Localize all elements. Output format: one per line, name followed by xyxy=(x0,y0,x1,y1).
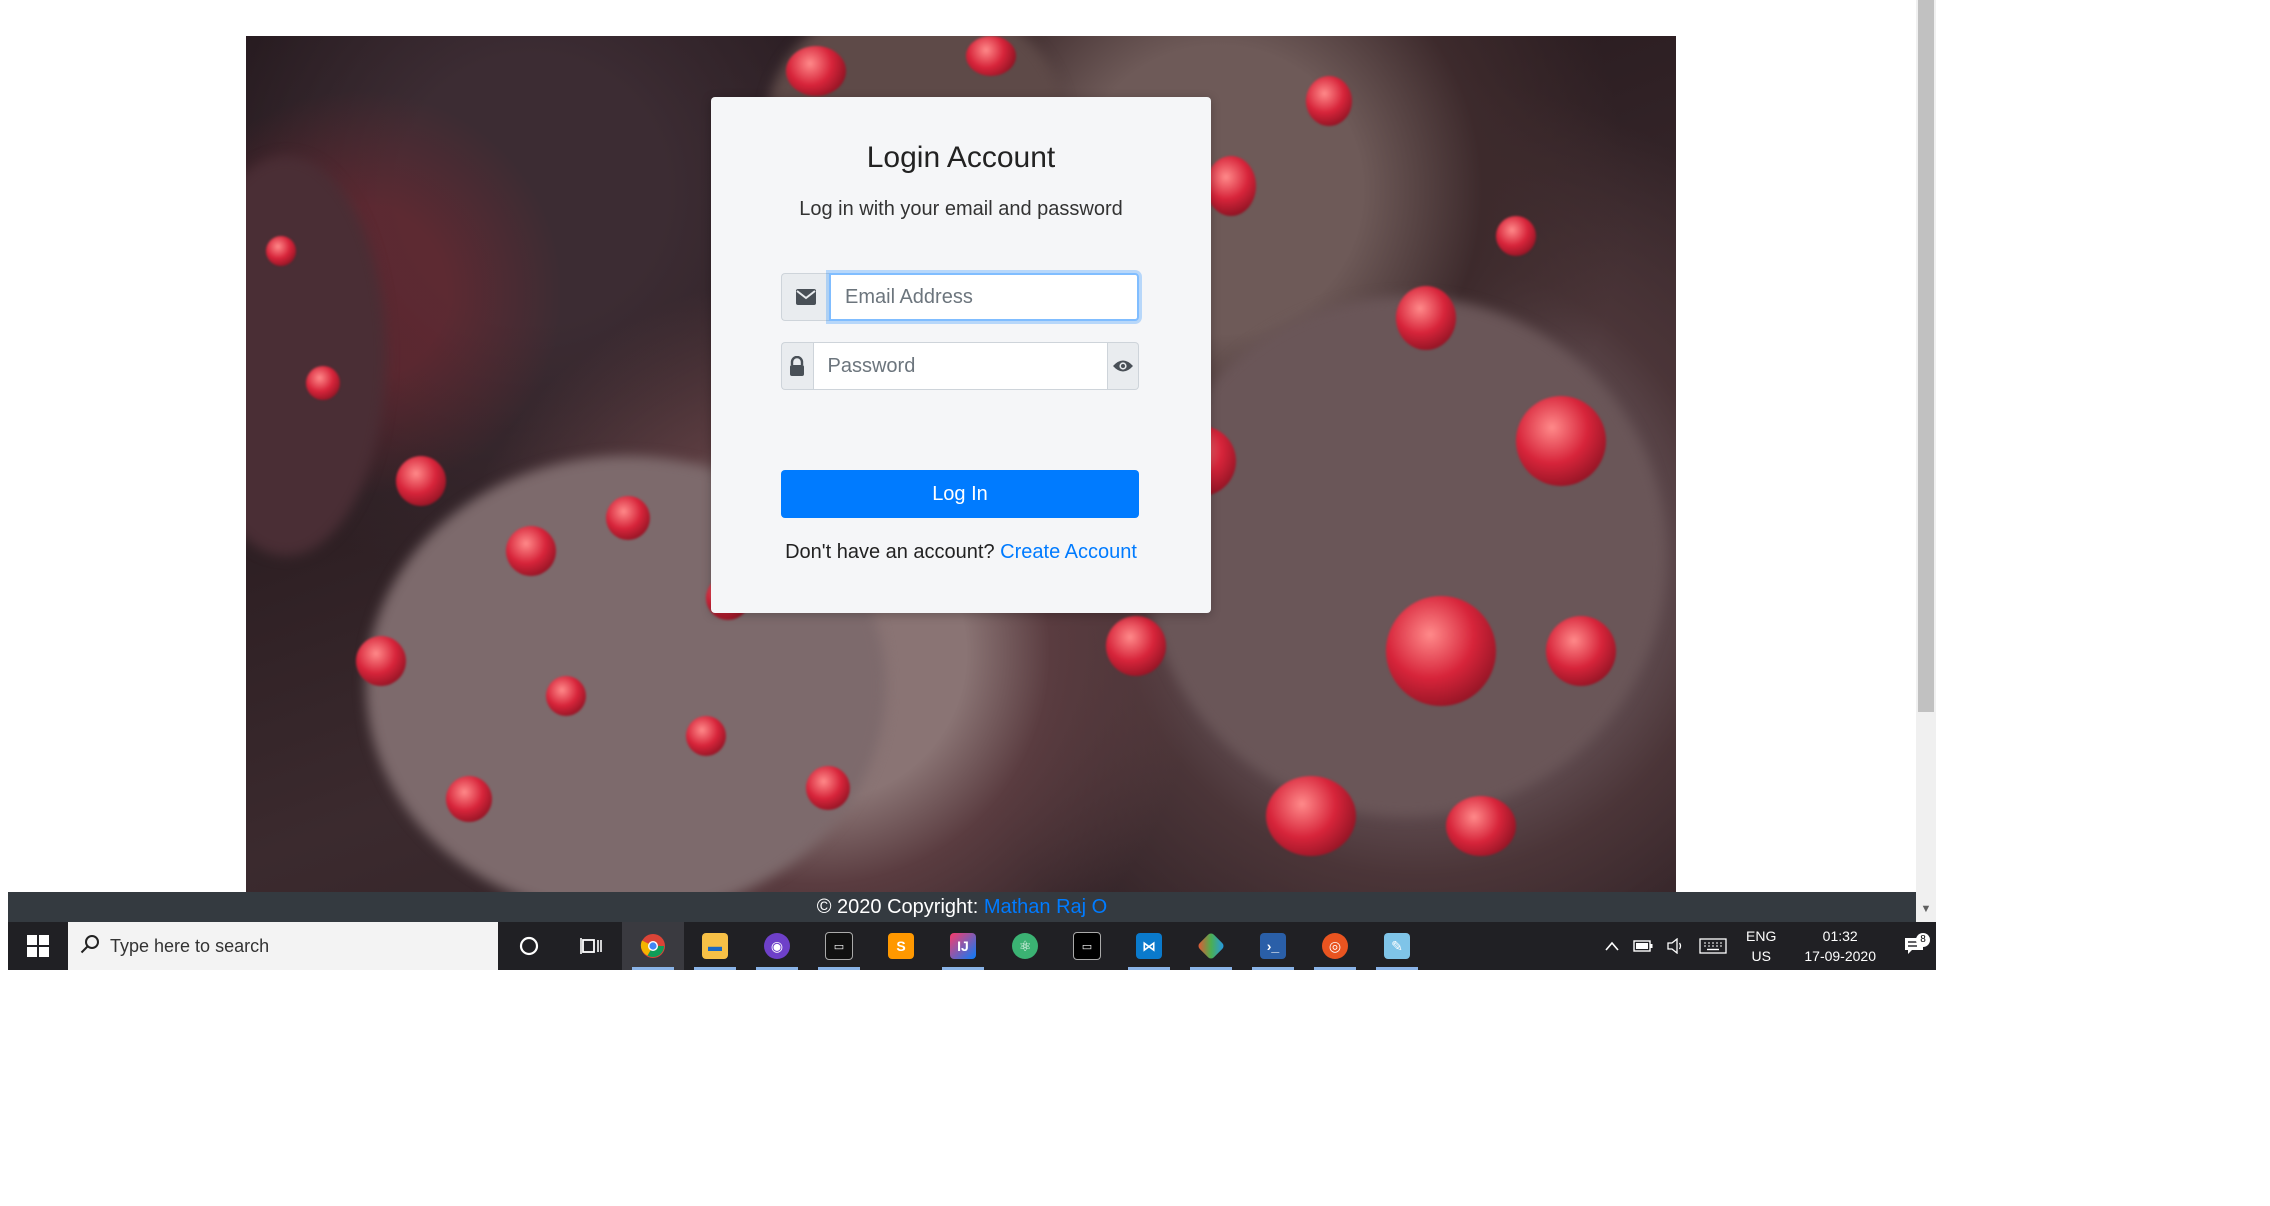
terminal-icon[interactable]: ▭ xyxy=(808,922,870,970)
file-explorer-icon[interactable]: ▬ xyxy=(684,922,746,970)
language-code: ENG xyxy=(1746,928,1777,944)
lock-icon xyxy=(781,342,813,390)
email-input[interactable] xyxy=(829,273,1139,321)
signup-line: Don't have an account? Create Account xyxy=(711,541,1211,564)
taskbar: Type here to search ▬ ◉ ▭ S IJ ⚛ ▭ ⋈ ›_ … xyxy=(8,922,1936,970)
git-icon[interactable] xyxy=(1180,922,1242,970)
scrollbar-thumb[interactable] xyxy=(1918,0,1934,712)
keyboard-icon[interactable] xyxy=(1692,938,1734,954)
region-code: US xyxy=(1751,948,1771,964)
chevron-up-icon[interactable] xyxy=(1598,941,1626,951)
login-button[interactable]: Log In xyxy=(781,470,1139,518)
password-input-group xyxy=(781,342,1139,390)
taskbar-search-box[interactable]: Type here to search xyxy=(68,922,498,970)
clock[interactable]: 01:32 17-09-2020 xyxy=(1788,926,1892,966)
email-input-group xyxy=(781,273,1139,321)
github-desktop-icon[interactable]: ◉ xyxy=(746,922,808,970)
battery-icon[interactable] xyxy=(1626,940,1660,952)
author-link[interactable]: Mathan Raj O xyxy=(984,896,1107,918)
notification-count-badge: 8 xyxy=(1916,933,1930,947)
login-card: Login Account Log in with your email and… xyxy=(711,97,1211,613)
clock-date: 17-09-2020 xyxy=(1804,948,1876,964)
powershell-icon[interactable]: ›_ xyxy=(1242,922,1304,970)
task-view-icon[interactable] xyxy=(560,922,622,970)
signup-prompt: Don't have an account? xyxy=(785,541,995,563)
system-tray: ENG US 01:32 17-09-2020 8 xyxy=(1598,922,1936,970)
sublime-text-icon[interactable]: S xyxy=(870,922,932,970)
page-footer: © 2020 Copyright: Mathan Raj O xyxy=(8,892,1916,922)
copyright-text: © 2020 Copyright: xyxy=(816,896,979,918)
cortana-icon[interactable] xyxy=(498,922,560,970)
command-prompt-icon[interactable]: ▭ xyxy=(1056,922,1118,970)
language-indicator[interactable]: ENG US xyxy=(1734,926,1788,966)
card-title: Login Account xyxy=(866,141,1056,174)
password-input[interactable] xyxy=(812,342,1108,390)
search-placeholder: Type here to search xyxy=(110,935,270,956)
envelope-icon xyxy=(781,273,829,321)
windows-start-icon[interactable] xyxy=(8,922,68,970)
volume-icon[interactable] xyxy=(1660,938,1692,954)
notification-icon[interactable]: 8 xyxy=(1892,933,1936,955)
search-icon xyxy=(80,934,100,959)
page-scrollbar[interactable]: ▼ xyxy=(1916,0,1936,922)
ubuntu-icon[interactable]: ◎ xyxy=(1304,922,1366,970)
vscode-icon[interactable]: ⋈ xyxy=(1118,922,1180,970)
card-subtitle: Log in with your email and password xyxy=(799,198,1123,220)
notepad-icon[interactable]: ✎ xyxy=(1366,922,1428,970)
scroll-down-arrow-icon[interactable]: ▼ xyxy=(1916,898,1936,920)
atom-icon[interactable]: ⚛ xyxy=(994,922,1056,970)
intellij-icon[interactable]: IJ xyxy=(932,922,994,970)
create-account-link[interactable]: Create Account xyxy=(1000,541,1137,563)
chrome-icon[interactable] xyxy=(622,922,684,970)
clock-time: 01:32 xyxy=(1822,928,1858,944)
eye-icon[interactable] xyxy=(1107,342,1139,390)
